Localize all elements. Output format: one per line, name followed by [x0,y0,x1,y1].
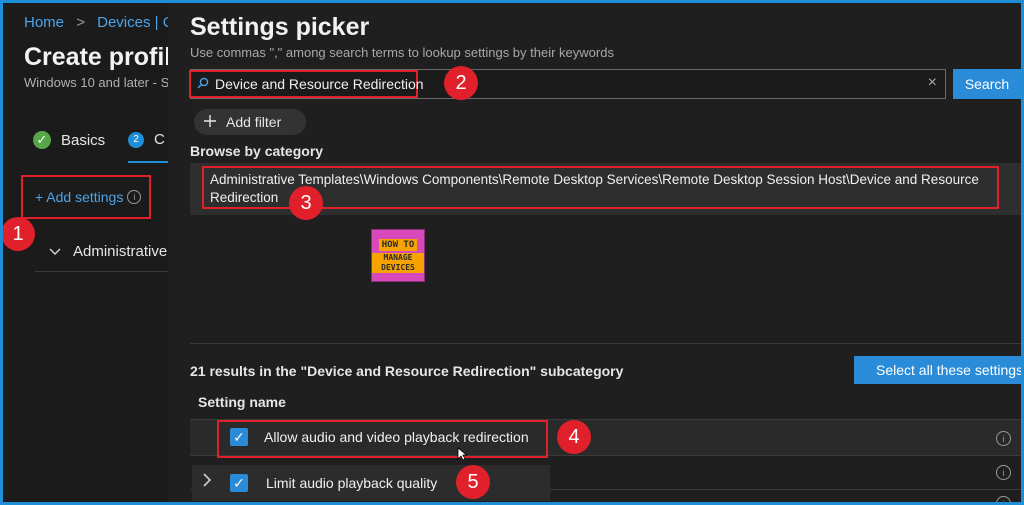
page-subtitle: Windows 10 and later - S [24,75,170,90]
step-number-badge: 2 [128,131,144,148]
how-to-manage-devices-logo: HOW TO MANAGE DEVICES [371,229,425,282]
search-value: Device and Resource Redirection [215,76,424,92]
breadcrumb-separator: > [76,14,85,31]
mouse-cursor-icon [457,447,468,466]
page-title: Create profil [24,43,172,71]
check-circle-icon: ✓ [33,131,51,149]
clear-icon[interactable]: × [928,74,937,92]
add-settings-label: + Add settings [35,189,124,205]
add-settings-link[interactable]: + Add settings i [21,175,151,219]
checkbox-checked[interactable]: ✓ [230,474,248,492]
setting-label: Limit audio playback quality [266,475,438,491]
annotation-marker-1: 1 [3,217,35,251]
create-profile-blade: Home > Devices | Co Create profil Window… [3,3,182,502]
picker-title: Settings picker [190,13,370,41]
annotation-marker-5: 5 [456,465,490,499]
search-term-highlight: Device and Resource Redirection [189,70,424,98]
column-header-setting-name[interactable]: Setting name [198,394,286,410]
picker-hint: Use commas "," among search terms to loo… [190,45,614,60]
info-icon[interactable]: i [996,496,1011,502]
chevron-down-icon [49,243,61,260]
chevron-right-icon[interactable] [202,472,212,493]
info-icon[interactable]: i [996,465,1011,480]
select-all-settings-button[interactable]: Select all these settings [854,356,1021,384]
search-icon [197,76,209,92]
section-label: Administrative [73,243,168,260]
settings-picker-panel: Settings picker Use commas "," among sea… [168,3,1021,502]
results-summary: 21 results in the "Device and Resource R… [190,363,624,379]
logo-text-top: HOW TO [378,238,418,251]
breadcrumb: Home > Devices | Co [24,14,182,31]
screenshot-frame: Home > Devices | Co Create profil Window… [0,0,1024,505]
step-configuration[interactable]: 2 C [128,131,165,148]
setting-popup-row[interactable]: ✓ Limit audio playback quality [192,465,550,501]
browse-by-category-heading: Browse by category [190,143,324,159]
add-filter-button[interactable]: Add filter [194,109,306,135]
logo-text-bottom: MANAGE DEVICES [372,252,424,273]
checkbox-checked[interactable]: ✓ [230,428,248,446]
annotation-marker-4: 4 [557,420,591,454]
section-divider [190,343,1021,344]
annotation-marker-3: 3 [289,186,323,220]
step-basics[interactable]: ✓ Basics [33,131,105,149]
step-configuration-label: C [154,131,165,148]
add-filter-label: Add filter [226,114,282,130]
search-input[interactable]: Device and Resource Redirection × [189,69,946,99]
administrative-templates-section[interactable]: Administrative [35,232,168,272]
info-icon[interactable]: i [996,431,1011,446]
step-basics-label: Basics [61,131,106,149]
breadcrumb-home[interactable]: Home [24,14,64,31]
info-icon[interactable]: i [127,190,142,204]
annotation-marker-2: 2 [444,66,478,100]
search-button[interactable]: Search [953,69,1021,99]
active-step-underline [128,161,168,163]
setting-label: Allow audio and video playback redirecti… [264,429,529,445]
plus-icon [204,114,216,130]
